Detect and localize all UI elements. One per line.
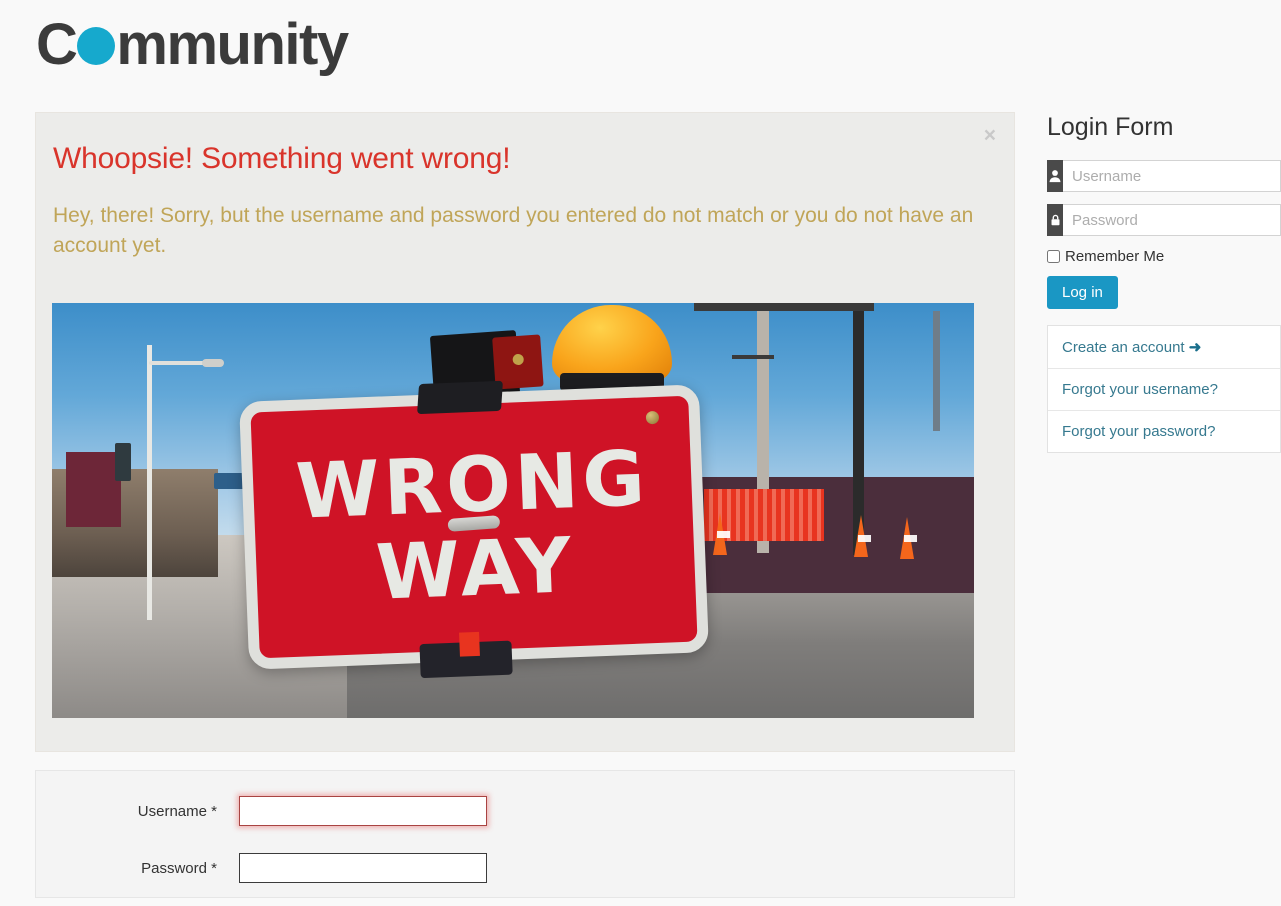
password-field-label: Password * [141, 859, 217, 877]
user-icon [1047, 160, 1063, 192]
remember-me-row[interactable]: Remember Me [1047, 248, 1281, 265]
alert-message: Hey, there! Sorry, but the username and … [53, 204, 974, 258]
page-root: Cmmunity × Whoopsie! Something went wron… [0, 0, 1281, 906]
sign-bolt [645, 410, 660, 425]
sign-line-one: WRONG [294, 432, 651, 536]
logo-text-after: mmunity [116, 12, 349, 77]
lock-icon [1047, 204, 1063, 236]
login-sidebar: Login Form Remember Me Log [1047, 112, 1281, 453]
alert-title: Whoopsie! Something went wrong! [53, 142, 511, 175]
bottom-password-input[interactable] [239, 853, 487, 883]
close-icon[interactable]: × [980, 123, 1000, 148]
create-account-label: Create an account [1062, 339, 1185, 356]
site-logo[interactable]: Cmmunity [36, 16, 349, 74]
photo-traffic-signal [115, 443, 131, 481]
sign-line-two: WAY [374, 520, 577, 617]
arrow-right-icon: ➜ [1188, 339, 1202, 356]
remember-me-checkbox[interactable] [1047, 250, 1060, 263]
password-input[interactable] [1063, 204, 1281, 236]
photo-streetlight-head [202, 359, 224, 367]
sign-top-bracket [417, 380, 504, 415]
username-input-group [1047, 160, 1281, 192]
logo-text-before: C [36, 12, 78, 77]
sign-post [459, 631, 481, 657]
form-row-password: Password * [36, 853, 487, 883]
site-header: Cmmunity [0, 0, 1281, 112]
password-input-group [1047, 204, 1281, 236]
photo-cone-band-1 [717, 531, 730, 538]
wrong-way-photo: WRONG WAY [52, 303, 974, 718]
logo-dot-icon [77, 27, 116, 65]
photo-pole-crossarm-2 [732, 355, 774, 359]
photo-cone-band-2 [858, 535, 871, 542]
error-alert-panel: × Whoopsie! Something went wrong! Hey, t… [35, 112, 1015, 752]
forgot-username-link[interactable]: Forgot your username? [1048, 369, 1280, 411]
photo-tower-pole [933, 311, 940, 431]
username-input[interactable] [1063, 160, 1281, 192]
username-field-label: Username * [137, 802, 217, 820]
form-row-username: Username * [36, 796, 487, 826]
bottom-username-input[interactable] [239, 796, 487, 826]
photo-streetlight-pole [147, 345, 152, 620]
photo-pole-crossarm [694, 303, 874, 311]
wrong-way-sign: WRONG WAY [239, 380, 709, 679]
create-account-link[interactable]: Create an account ➜ [1048, 326, 1280, 369]
photo-cone-band-3 [904, 535, 917, 542]
remember-me-label: Remember Me [1065, 248, 1165, 265]
photo-streetlight-arm [149, 361, 209, 365]
login-links-list: Create an account ➜ Forgot your username… [1047, 325, 1281, 453]
bottom-login-form-panel: Username * Password * [35, 770, 1015, 898]
photo-left-banner [65, 452, 122, 528]
login-form-title: Login Form [1047, 113, 1174, 141]
forgot-password-link[interactable]: Forgot your password? [1048, 411, 1280, 452]
login-button[interactable]: Log in [1047, 276, 1118, 309]
